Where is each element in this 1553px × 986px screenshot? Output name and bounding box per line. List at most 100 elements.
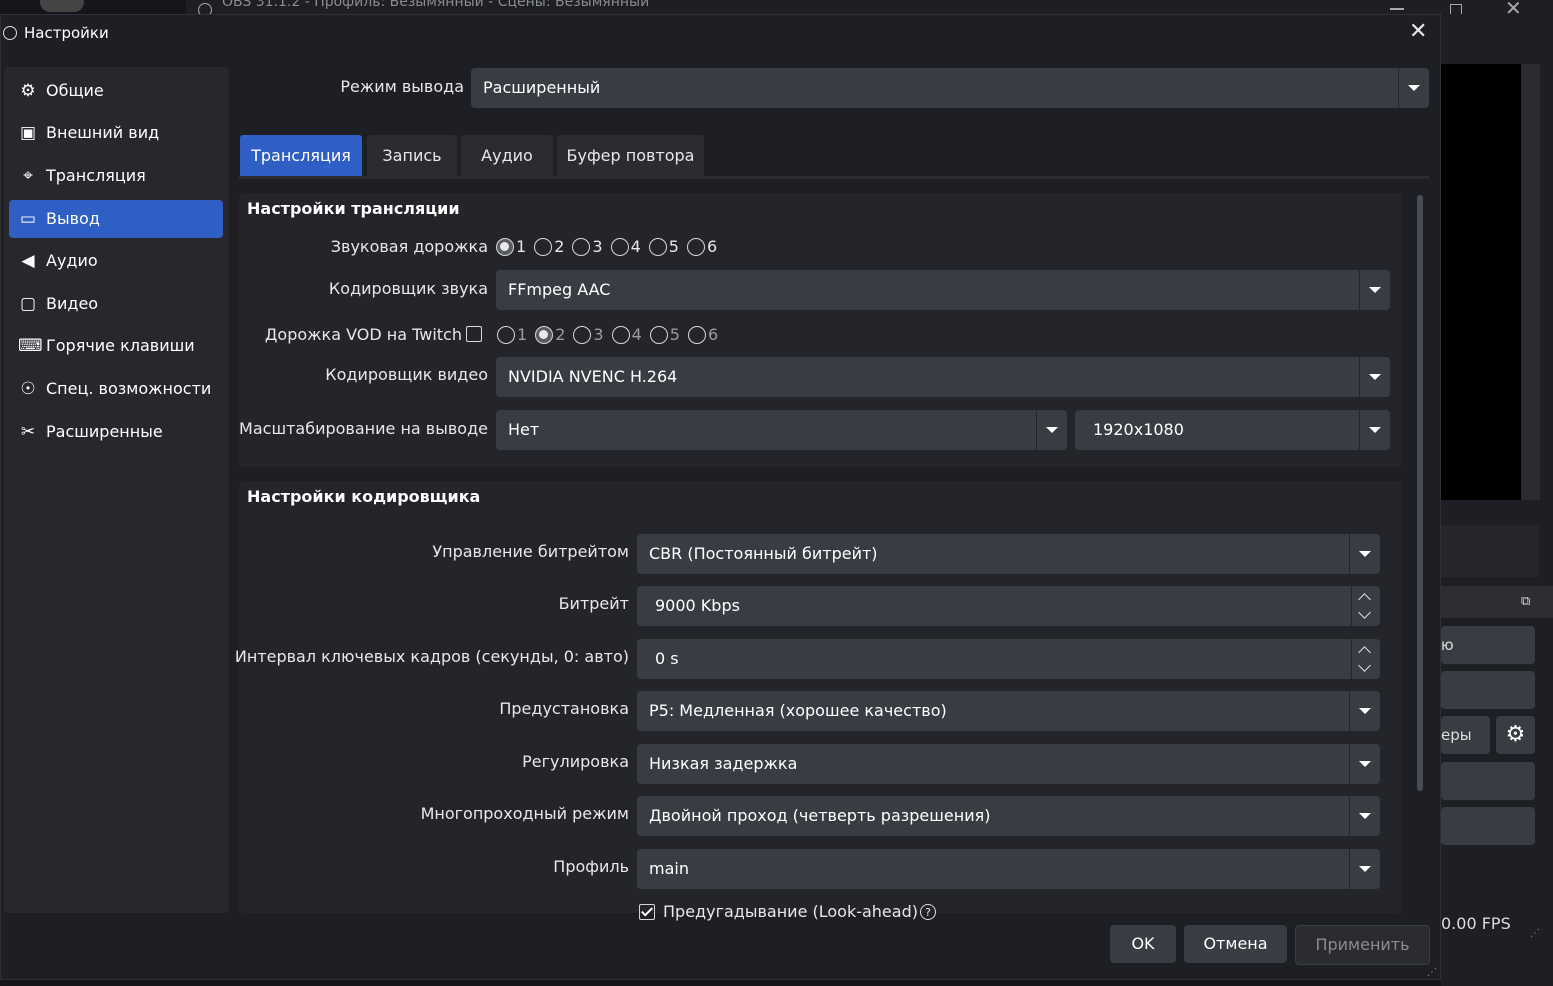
content-scrollbar[interactable]: [1417, 195, 1423, 791]
sidebar-item-label: Горячие клавиши: [46, 336, 195, 355]
radio-label: 1: [516, 237, 527, 256]
rescale-select[interactable]: Нет: [496, 410, 1067, 450]
multipass-select[interactable]: Двойной проход (четверть разрешения): [637, 796, 1380, 836]
group-title: Настройки кодировщика: [247, 487, 481, 506]
rescale-resolution-select[interactable]: 1920x1080: [1075, 410, 1390, 450]
chevron-down-icon: [1349, 849, 1380, 889]
resize-grip-icon[interactable]: ⋰: [1530, 928, 1540, 939]
rate-control-label: Управление битрейтом: [432, 542, 629, 561]
chevron-down-icon[interactable]: [1358, 606, 1371, 619]
chevron-down-icon: [1349, 796, 1380, 836]
chevron-down-icon: [1349, 534, 1380, 574]
keyframe-interval-value: 0 s: [655, 649, 679, 668]
audio-track-radio[interactable]: [686, 237, 705, 256]
ok-button[interactable]: OK: [1110, 925, 1176, 963]
help-icon[interactable]: ?: [919, 903, 936, 920]
tuning-select[interactable]: Низкая задержка: [637, 744, 1380, 784]
sidebar-item-video[interactable]: ▢ Видео: [9, 285, 223, 323]
radio-label: 3: [592, 237, 603, 256]
profile-label: Профиль: [553, 857, 629, 876]
audio-track-radio[interactable]: [496, 237, 514, 256]
controls-button[interactable]: [1441, 762, 1535, 800]
sidebar-item-appearance[interactable]: ▣ Внешний вид: [9, 114, 223, 152]
tab-recording[interactable]: Запись: [367, 135, 457, 176]
controls-button-label: еры: [1441, 726, 1472, 744]
controls-button[interactable]: еры: [1441, 716, 1490, 754]
audio-track-radio[interactable]: [610, 237, 629, 256]
audio-track-label: Звуковая дорожка: [330, 237, 488, 256]
controls-button[interactable]: [1441, 807, 1535, 845]
settings-dialog: Настройки ✕ ⚙ Общие ▣ Внешний вид ⌖ Тран…: [0, 14, 1441, 980]
audio-encoder-label: Кодировщик звука: [328, 279, 488, 298]
minimize-icon[interactable]: [1390, 8, 1404, 10]
maximize-icon[interactable]: [1450, 4, 1462, 14]
vod-track-checkbox[interactable]: [466, 326, 482, 342]
output-mode-value: Расширенный: [483, 78, 601, 97]
sidebar-item-general[interactable]: ⚙ Общие: [9, 72, 223, 110]
sidebar-item-stream[interactable]: ⌖ Трансляция: [9, 157, 223, 195]
dialog-title: Настройки: [24, 24, 109, 42]
vod-track-radio[interactable]: [649, 325, 668, 344]
sidebar-item-advanced[interactable]: ✂ Расширенные: [9, 413, 223, 451]
monitor-icon: ▢: [19, 294, 37, 314]
vod-track-radio[interactable]: [497, 325, 515, 344]
resize-grip-icon[interactable]: ⋰: [1427, 967, 1437, 978]
radio-label: 6: [707, 325, 719, 344]
preset-select[interactable]: P5: Медленная (хорошее качество): [637, 691, 1380, 731]
preview-area: [1441, 64, 1521, 500]
output-mode-label: Режим вывода: [340, 77, 464, 96]
cancel-button[interactable]: Отмена: [1184, 925, 1287, 963]
sidebar-item-label: Видео: [46, 294, 99, 313]
bitrate-value: 9000 Kbps: [655, 596, 740, 615]
radio-label: 2: [555, 325, 566, 344]
profile-select[interactable]: main: [637, 849, 1380, 889]
tab-audio[interactable]: Аудио: [461, 135, 553, 176]
chevron-up-icon[interactable]: [1358, 593, 1371, 606]
radio-label: 1: [517, 325, 528, 344]
audio-track-radio[interactable]: [648, 237, 667, 256]
tuning-label: Регулировка: [522, 752, 629, 771]
sidebar-item-output[interactable]: ▭ Вывод: [9, 200, 223, 238]
audio-track-radio[interactable]: [572, 237, 591, 256]
audio-track-radio[interactable]: [534, 237, 553, 256]
controls-button[interactable]: ю: [1441, 626, 1535, 664]
main-titlebar: OBS 31.1.2 - Профиль: Безымянный - Сцены…: [186, 0, 1553, 14]
video-encoder-select[interactable]: NVIDIA NVENC H.264: [496, 357, 1390, 397]
chevron-down-icon: [1359, 357, 1390, 397]
close-icon[interactable]: ✕: [1505, 0, 1522, 14]
vod-track-radio[interactable]: [573, 325, 592, 344]
radio-label: 5: [668, 237, 679, 256]
bitrate-spinbox[interactable]: 9000 Kbps: [637, 586, 1380, 626]
tools-icon: ✂: [20, 422, 36, 442]
vod-track-radio[interactable]: [687, 325, 706, 344]
fps-readout: 0.00 FPS: [1441, 914, 1511, 933]
sidebar-item-accessibility[interactable]: ☉ Спец. возможности: [9, 370, 223, 408]
apply-button[interactable]: Применить: [1295, 925, 1430, 965]
controls-button-label: ю: [1441, 636, 1454, 654]
lookahead-checkbox[interactable]: [639, 903, 655, 920]
chevron-up-icon[interactable]: [1358, 646, 1371, 659]
controls-button[interactable]: [1441, 671, 1535, 709]
audio-encoder-select[interactable]: FFmpeg AAC: [496, 270, 1390, 310]
speaker-icon: ◀: [21, 251, 35, 271]
vod-track-radio[interactable]: [611, 325, 630, 344]
vod-track-group: 1 2 3 4 5 6: [497, 325, 726, 344]
output-mode-select[interactable]: Расширенный: [471, 68, 1429, 108]
sidebar-item-audio[interactable]: ◀ Аудио: [9, 242, 223, 280]
rate-control-select[interactable]: CBR (Постоянный битрейт): [637, 534, 1380, 574]
settings-content: Режим вывода Расширенный Трансляция Запи…: [231, 53, 1431, 921]
chevron-down-icon: [1359, 410, 1390, 450]
bitrate-label: Битрейт: [558, 594, 629, 613]
sidebar-item-hotkeys[interactable]: ⌨ Горячие клавиши: [9, 327, 223, 365]
chevron-down-icon: [1349, 691, 1380, 731]
close-icon[interactable]: ✕: [1409, 19, 1427, 44]
gear-icon[interactable]: ⚙: [1496, 716, 1535, 754]
tab-stream[interactable]: Трансляция: [240, 135, 362, 176]
chevron-down-icon[interactable]: [1358, 659, 1371, 672]
keyframe-interval-spinbox[interactable]: 0 s: [637, 639, 1380, 679]
antenna-icon: ⌖: [23, 166, 33, 186]
undock-icon[interactable]: ⧉: [1521, 594, 1535, 609]
vod-track-radio[interactable]: [535, 325, 554, 344]
tab-replay-buffer[interactable]: Буфер повтора: [557, 135, 704, 176]
dialog-titlebar: Настройки ✕: [1, 15, 1442, 53]
